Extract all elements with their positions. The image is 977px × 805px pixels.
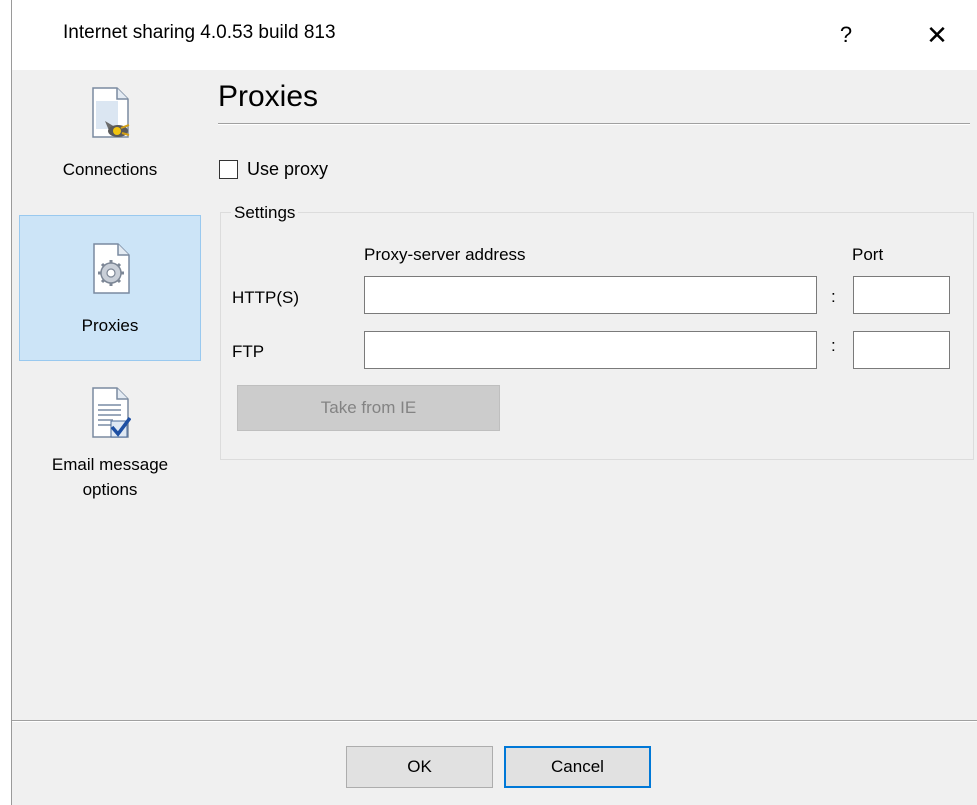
settings-legend: Settings [231, 203, 299, 223]
help-button[interactable]: ? [829, 18, 863, 52]
close-button[interactable]: ✕ [920, 18, 954, 52]
sidebar-item-connections[interactable]: Connections [19, 78, 201, 198]
ok-button[interactable]: OK [346, 746, 493, 788]
dialog-window: Internet sharing 4.0.53 build 813 ? ✕ Co… [11, 0, 977, 805]
ftp-port-separator: : [831, 336, 836, 355]
sidebar-item-label: Proxies [81, 316, 139, 335]
http-label: HTTP(S) [232, 288, 300, 307]
footer-divider [12, 720, 977, 722]
ftp-address-input[interactable] [364, 331, 817, 369]
title-divider [218, 123, 970, 125]
proxies-icon [92, 243, 132, 295]
http-address-input[interactable] [364, 276, 817, 314]
port-header: Port [852, 245, 884, 264]
sidebar-item-label: Email message [51, 455, 169, 474]
http-port-input[interactable] [853, 276, 950, 314]
window-title: Internet sharing 4.0.53 build 813 [63, 22, 336, 43]
ftp-port-input[interactable] [853, 331, 950, 369]
take-from-ie-button[interactable]: Take from IE [237, 385, 500, 431]
sidebar-item-label: options [82, 480, 138, 499]
sidebar-item-label: Connections [62, 160, 158, 179]
connections-icon [91, 87, 131, 139]
title-bar[interactable]: Internet sharing 4.0.53 build 813 ? ✕ [12, 0, 977, 70]
use-proxy-checkbox[interactable] [219, 160, 238, 179]
sidebar-item-email-options[interactable]: Email message options [19, 378, 201, 508]
address-header: Proxy-server address [364, 245, 526, 264]
sidebar-item-proxies[interactable]: Proxies [19, 215, 201, 361]
page-title: Proxies [218, 80, 319, 113]
email-options-icon [91, 387, 132, 439]
http-port-separator: : [831, 287, 836, 306]
ftp-label: FTP [232, 342, 265, 361]
use-proxy-label[interactable]: Use proxy [247, 159, 328, 180]
cancel-button[interactable]: Cancel [504, 746, 651, 788]
